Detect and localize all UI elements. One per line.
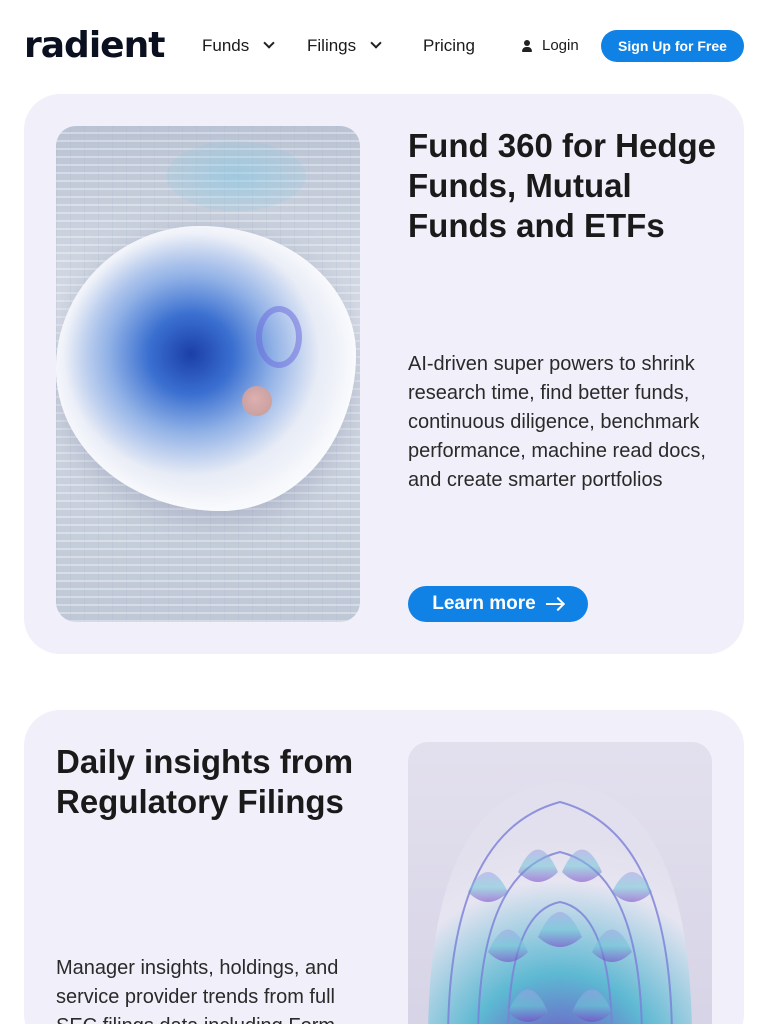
fund360-title: Fund 360 for Hedge Funds, Mutual Funds a… — [408, 126, 718, 246]
filings-image-art — [428, 782, 692, 1024]
filings-title-bold: Regulatory Filings — [56, 783, 344, 820]
user-icon — [520, 39, 534, 53]
top-navigation: radient Funds Filings Pricing Login Sign… — [0, 0, 768, 92]
image-glow — [166, 141, 306, 211]
chevron-down-icon — [263, 39, 273, 49]
filings-card: Daily insights from Regulatory Filings M… — [24, 710, 744, 1024]
chevron-down-icon — [370, 39, 380, 49]
login-link[interactable]: Login — [520, 34, 579, 58]
nav-funds-label: Funds — [202, 36, 250, 55]
nav-funds-dropdown[interactable]: Funds — [202, 34, 273, 58]
image-glass-blob — [56, 226, 356, 511]
filings-title: Daily insights from Regulatory Filings — [56, 742, 376, 822]
fund360-title-bold: Fund 360 — [408, 127, 553, 164]
filings-description: Manager insights, holdings, and service … — [56, 957, 339, 1024]
radient-logo[interactable]: radient — [24, 25, 165, 66]
fund360-card: Fund 360 for Hedge Funds, Mutual Funds a… — [24, 94, 744, 654]
image-pebble — [242, 386, 272, 416]
logo-text: radient — [24, 25, 165, 66]
login-label: Login — [542, 37, 579, 54]
fund360-description: AI-driven super powers to shrink researc… — [408, 353, 706, 491]
filings-title-regular: Daily insights from — [56, 743, 354, 780]
nav-pricing-link[interactable]: Pricing — [423, 34, 475, 58]
image-ring — [256, 306, 302, 368]
filings-image — [408, 742, 712, 1024]
nav-filings-label: Filings — [307, 36, 357, 55]
signup-button[interactable]: Sign Up for Free — [601, 30, 744, 62]
nav-pricing-label: Pricing — [423, 36, 475, 55]
arrow-right-icon — [545, 598, 564, 610]
learn-more-button[interactable]: Learn more — [408, 586, 588, 622]
fund360-image — [56, 126, 360, 622]
learn-more-label: Learn more — [432, 593, 536, 614]
nav-filings-dropdown[interactable]: Filings — [307, 34, 380, 58]
